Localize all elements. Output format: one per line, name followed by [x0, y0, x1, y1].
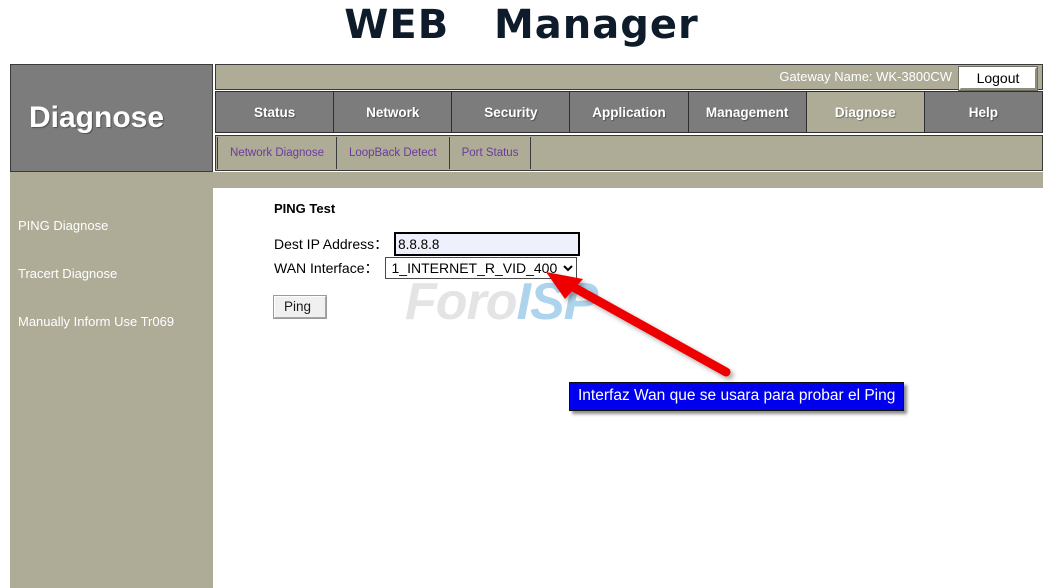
sub-navigation: Network Diagnose LoopBack Detect Port St… — [215, 135, 1043, 171]
page-banner: WEB Manager — [0, 0, 1043, 56]
content-top-strip — [213, 172, 1043, 188]
wan-interface-label: WAN Interface： — [274, 260, 379, 276]
annotation-label: Interfaz Wan que se usara para probar el… — [569, 382, 905, 411]
main-navigation: Status Network Security Application Mana… — [215, 91, 1043, 133]
tab-diagnose[interactable]: Diagnose — [806, 92, 925, 132]
gateway-bar: Gateway Name: WK-3800CW Logout — [215, 64, 1043, 91]
gateway-name-label: Gateway Name: WK-3800CW — [779, 69, 952, 84]
sidebar-item-manually-inform-tr069[interactable]: Manually Inform Use Tr069 — [18, 314, 208, 329]
sidebar: PING Diagnose Tracert Diagnose Manually … — [10, 172, 213, 588]
dest-ip-row: Dest IP Address： — [274, 232, 581, 256]
section-title: Diagnose — [29, 101, 165, 134]
page-root: WEB Manager Diagnose PING Diagnose Trace… — [0, 0, 1043, 588]
subtab-port-status[interactable]: Port Status — [449, 137, 532, 169]
wan-interface-row: WAN Interface： 1_INTERNET_R_VID_400 — [274, 257, 577, 279]
sidebar-item-tracert-diagnose[interactable]: Tracert Diagnose — [18, 266, 208, 281]
wan-interface-select[interactable]: 1_INTERNET_R_VID_400 — [384, 257, 577, 279]
dest-ip-input[interactable] — [394, 232, 581, 256]
tab-network[interactable]: Network — [334, 92, 453, 132]
dest-ip-label: Dest IP Address： — [274, 236, 389, 252]
subtab-network-diagnose[interactable]: Network Diagnose — [217, 137, 337, 169]
tab-application[interactable]: Application — [570, 92, 689, 132]
tab-help[interactable]: Help — [924, 92, 1042, 132]
logout-button[interactable]: Logout — [958, 66, 1038, 91]
subtab-loopback-detect[interactable]: LoopBack Detect — [336, 137, 450, 169]
tab-management[interactable]: Management — [688, 92, 807, 132]
tab-security[interactable]: Security — [452, 92, 571, 132]
page-title: WEB Manager — [344, 2, 699, 48]
section-header-block: Diagnose — [10, 64, 213, 172]
tab-status[interactable]: Status — [216, 92, 335, 132]
sidebar-item-ping-diagnose[interactable]: PING Diagnose — [18, 218, 208, 233]
ping-test-heading: PING Test — [274, 201, 336, 216]
ping-button[interactable]: Ping — [273, 295, 327, 319]
